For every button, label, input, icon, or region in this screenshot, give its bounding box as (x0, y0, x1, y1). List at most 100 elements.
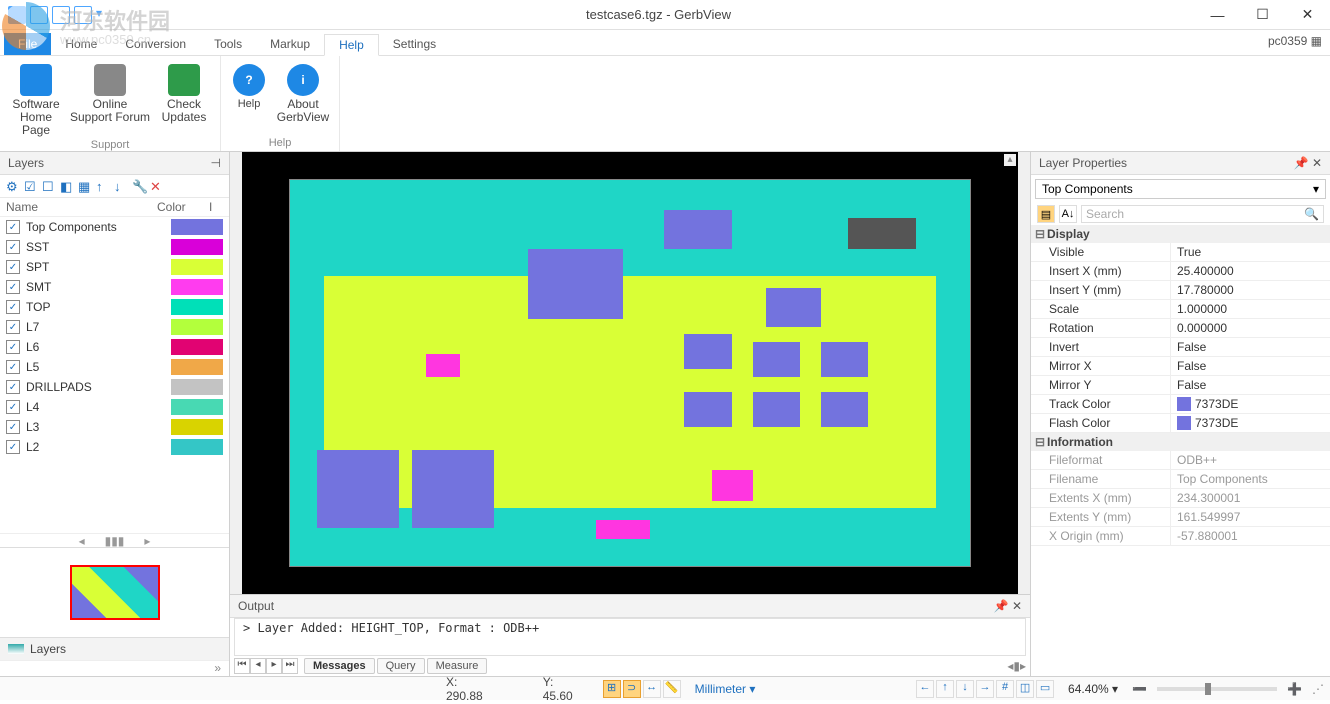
layer-up-icon[interactable]: ↑ (96, 179, 110, 193)
panel-pin-icon[interactable]: ⊣ (211, 156, 221, 170)
layer-tool-icon[interactable]: ⚙ (6, 179, 20, 193)
property-row[interactable]: Scale 1.000000 (1031, 300, 1330, 319)
property-value[interactable]: False (1171, 357, 1330, 375)
tab-tools[interactable]: Tools (200, 33, 256, 55)
layer-row[interactable]: ✓ DRILLPADS (0, 377, 229, 397)
zoom-in-icon[interactable]: ➕ (1287, 682, 1302, 696)
property-value[interactable]: 25.400000 (1171, 262, 1330, 280)
layer-color-swatch[interactable] (171, 439, 223, 455)
gerber-canvas[interactable]: ▴ (230, 152, 1030, 594)
layer-grid-icon[interactable]: ▦ (78, 179, 92, 193)
close-button[interactable]: ✕ (1285, 0, 1330, 30)
property-row[interactable]: Track Color 7373DE (1031, 395, 1330, 414)
zoom-slider[interactable] (1157, 687, 1277, 691)
snap-grid-icon[interactable]: ⊞ (603, 680, 621, 698)
check-updates-button[interactable]: CheckUpdates (154, 60, 214, 137)
property-value[interactable]: Top Components (1171, 470, 1330, 488)
property-value[interactable]: 7373DE (1171, 395, 1330, 413)
property-row[interactable]: Mirror X False (1031, 357, 1330, 376)
pan-down-icon[interactable]: ↓ (956, 680, 974, 698)
nav-prev-icon[interactable]: ◂ (250, 658, 266, 674)
pan-left-icon[interactable]: ← (916, 680, 934, 698)
file-tab[interactable]: File (4, 33, 51, 55)
output-pin-icon[interactable]: 📌 (994, 599, 1009, 613)
tab-home[interactable]: Home (51, 33, 111, 55)
zoom-window-icon[interactable]: ▭ (1036, 680, 1054, 698)
layer-row[interactable]: ✓ L7 (0, 317, 229, 337)
property-row[interactable]: Invert False (1031, 338, 1330, 357)
minimize-button[interactable]: — (1195, 0, 1240, 30)
layer-delete-icon[interactable]: ✕ (150, 179, 164, 193)
layer-checkbox[interactable]: ✓ (6, 240, 20, 254)
help-button[interactable]: ? Help (227, 60, 271, 135)
layer-checkbox[interactable]: ✓ (6, 320, 20, 334)
layers-list[interactable]: ✓ Top Components ✓ SST ✓ SPT ✓ SMT ✓ TOP… (0, 217, 229, 533)
layer-color-swatch[interactable] (171, 279, 223, 295)
sort-icon[interactable]: A↓ (1059, 205, 1077, 223)
zoom-out-icon[interactable]: ➖ (1132, 682, 1147, 696)
support-forum-button[interactable]: OnlineSupport Forum (68, 60, 152, 137)
property-row[interactable]: Insert Y (mm) 17.780000 (1031, 281, 1330, 300)
layer-checkbox[interactable]: ✓ (6, 280, 20, 294)
tab-settings[interactable]: Settings (379, 33, 450, 55)
output-tab-measure[interactable]: Measure (427, 658, 488, 674)
property-value[interactable]: -57.880001 (1171, 527, 1330, 545)
categorized-view-icon[interactable]: ▤ (1037, 205, 1055, 223)
expand-icon[interactable]: ⊟ (1035, 435, 1047, 449)
nav-last-icon[interactable]: ⏭ (282, 658, 298, 674)
prop-close-icon[interactable]: ✕ (1312, 156, 1322, 170)
layer-color-swatch[interactable] (171, 419, 223, 435)
output-close-icon[interactable]: ✕ (1012, 599, 1022, 613)
layers-scroll-strip[interactable]: ◂▮▮▮▸ (0, 533, 229, 547)
layer-checkbox[interactable]: ✓ (6, 340, 20, 354)
layer-color-swatch[interactable] (171, 379, 223, 395)
layer-row[interactable]: ✓ SST (0, 237, 229, 257)
pan-right-icon[interactable]: → (976, 680, 994, 698)
layer-checkbox[interactable]: ✓ (6, 440, 20, 454)
layer-color-swatch[interactable] (171, 339, 223, 355)
layer-row[interactable]: ✓ L2 (0, 437, 229, 457)
nav-first-icon[interactable]: ⏮ (234, 658, 250, 674)
layer-down-icon[interactable]: ↓ (114, 179, 128, 193)
layer-color-swatch[interactable] (171, 299, 223, 315)
layer-color-swatch[interactable] (171, 399, 223, 415)
qat-button[interactable] (30, 6, 48, 24)
qat-dropdown-icon[interactable]: ▾ (96, 6, 114, 24)
property-value[interactable]: 7373DE (1171, 414, 1330, 432)
layer-thumbnail[interactable] (70, 565, 160, 620)
grid-icon[interactable]: # (996, 680, 1014, 698)
layer-checkbox[interactable]: ✓ (6, 220, 20, 234)
ruler-icon[interactable]: 📏 (663, 680, 681, 698)
unit-selector[interactable]: Millimeter ▾ (691, 682, 760, 696)
layer-color-swatch[interactable] (171, 359, 223, 375)
layer-swap-icon[interactable]: ◧ (60, 179, 74, 193)
maximize-button[interactable]: ☐ (1240, 0, 1285, 30)
output-tab-query[interactable]: Query (377, 658, 425, 674)
layer-checkbox[interactable]: ✓ (6, 360, 20, 374)
layer-row[interactable]: ✓ L4 (0, 397, 229, 417)
canvas-scroll-up-icon[interactable]: ▴ (1004, 154, 1016, 166)
output-tab-messages[interactable]: Messages (304, 658, 375, 674)
layer-check-icon[interactable]: ☑ (24, 179, 38, 193)
tab-help[interactable]: Help (324, 34, 379, 56)
layer-color-swatch[interactable] (171, 219, 223, 235)
layer-row[interactable]: ✓ L3 (0, 417, 229, 437)
qat-button[interactable] (8, 6, 26, 24)
resize-grip-icon[interactable]: ⋰ (1312, 682, 1324, 696)
layer-checkbox[interactable]: ✓ (6, 420, 20, 434)
nav-next-icon[interactable]: ▸ (266, 658, 282, 674)
layer-checkbox[interactable]: ✓ (6, 400, 20, 414)
output-text[interactable]: > Layer Added: HEIGHT_TOP, Format : ODB+… (234, 618, 1026, 656)
layer-row[interactable]: ✓ TOP (0, 297, 229, 317)
zoom-fit-icon[interactable]: ◫ (1016, 680, 1034, 698)
snap-mid-icon[interactable]: ↔ (643, 680, 661, 698)
layers-col-color[interactable]: Color (157, 200, 209, 214)
about-button[interactable]: i AboutGerbView (273, 60, 333, 135)
software-homepage-button[interactable]: SoftwareHome Page (6, 60, 66, 137)
qat-button[interactable] (74, 6, 92, 24)
qat-button[interactable] (52, 6, 70, 24)
properties-search[interactable]: Search🔍 (1081, 205, 1324, 223)
property-value[interactable]: 234.300001 (1171, 489, 1330, 507)
layer-checkbox[interactable]: ✓ (6, 300, 20, 314)
layer-row[interactable]: ✓ L6 (0, 337, 229, 357)
